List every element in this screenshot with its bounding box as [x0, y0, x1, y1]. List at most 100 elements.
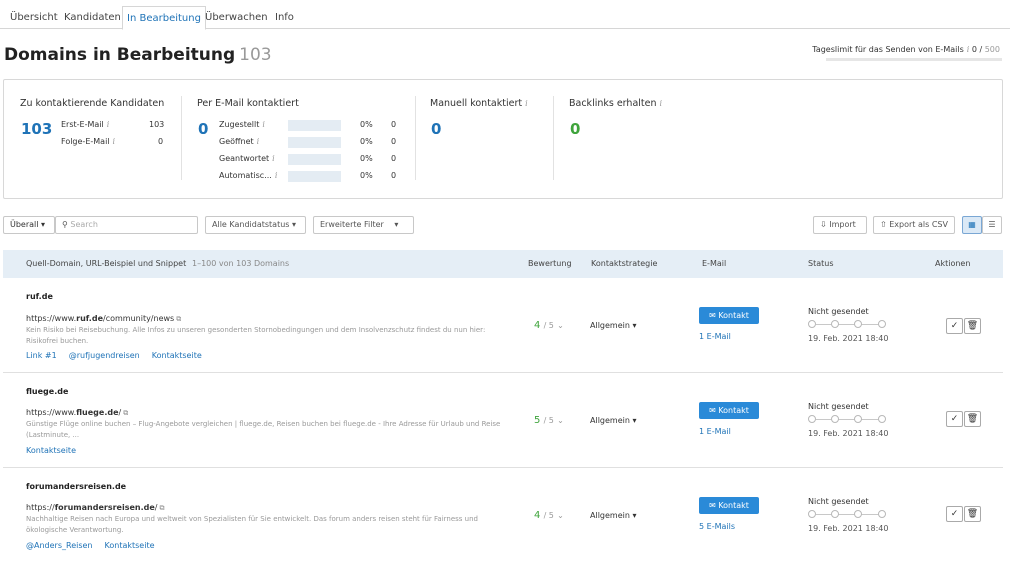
link-item[interactable]: @Anders_Reisen	[26, 541, 93, 550]
page-title: Domains in Bearbeitung 103	[4, 45, 272, 65]
advanced-filter[interactable]: Erweiterte Filter ▾	[313, 216, 414, 234]
contact-button[interactable]: ✉ Kontakt	[699, 307, 759, 324]
link-item[interactable]: Kontaktseite	[26, 446, 76, 455]
url-link[interactable]: https://www.ruf.de/community/news ⧉	[26, 314, 181, 324]
search-icon: ⚲	[62, 220, 68, 229]
opened-value[interactable]: 0	[391, 137, 396, 146]
link-item[interactable]: Kontaktseite	[152, 351, 202, 360]
check-icon[interactable]: ✓	[946, 318, 963, 334]
mail-icon: ✉	[709, 501, 716, 510]
backlinks-total[interactable]: 0	[570, 120, 580, 138]
chevron-down-icon: ▾	[292, 220, 297, 229]
info-icon[interactable]: i	[107, 120, 110, 129]
email-contacted-title: Per E-Mail kontaktiert	[197, 98, 299, 109]
email-contacted-total[interactable]: 0	[198, 120, 208, 138]
candidates-title: Zu kontaktierende Kandidaten	[20, 98, 165, 109]
external-link-icon[interactable]: ⧉	[176, 315, 181, 323]
strategy-select[interactable]: Allgemein ▾	[590, 511, 637, 520]
rating[interactable]: 4 / 5 ⌄	[534, 320, 564, 331]
mail-icon: ✉	[709, 311, 716, 320]
opened-bar	[288, 137, 341, 148]
url-link[interactable]: https://forumandersreisen.de/⧉	[26, 503, 164, 513]
url-link[interactable]: https://www.fluege.de/⧉	[26, 408, 128, 418]
tab-monitor[interactable]: Überwachen	[201, 6, 272, 29]
status-date: 19. Feb. 2021 18:40	[808, 524, 889, 533]
auto-label: Automatisc... i	[219, 171, 278, 180]
snippet: Kein Risiko bei Reisebuchung. Alle Infos…	[26, 326, 486, 345]
manual-total[interactable]: 0	[431, 120, 441, 138]
rating-header[interactable]: Bewertung	[528, 259, 572, 268]
trash-icon[interactable]: 🗑	[964, 506, 981, 522]
auto-value[interactable]: 0	[391, 171, 396, 180]
tab-in-progress[interactable]: In Bearbeitung	[122, 6, 206, 30]
delivered-value[interactable]: 0	[391, 120, 396, 129]
info-icon[interactable]: i	[660, 99, 663, 108]
opened-pct: 0%	[360, 137, 373, 146]
rating[interactable]: 5 / 5 ⌄	[534, 415, 564, 426]
link-item[interactable]: Kontaktseite	[105, 541, 155, 550]
status-filter[interactable]: Alle Kandidatstatus ▾	[205, 216, 306, 234]
info-icon[interactable]: i	[525, 99, 528, 108]
chevron-down-icon: ▾	[394, 220, 399, 229]
info-icon[interactable]: i	[275, 171, 278, 180]
info-icon[interactable]: i	[113, 137, 116, 146]
strategy-select[interactable]: Allgemein ▾	[590, 321, 637, 330]
replied-value[interactable]: 0	[391, 154, 396, 163]
email-count[interactable]: 5 E-Mails	[699, 522, 735, 531]
import-button[interactable]: ⇩ Import	[813, 216, 867, 234]
status-progress	[808, 320, 886, 328]
search-input[interactable]: ⚲ Search	[55, 216, 198, 234]
source-header[interactable]: Quell-Domain, URL-Beispiel und Snippet	[26, 259, 186, 268]
tab-overview[interactable]: Übersicht	[6, 6, 62, 29]
follow-email-value[interactable]: 0	[158, 137, 163, 146]
check-icon[interactable]: ✓	[946, 411, 963, 427]
link-item[interactable]: Link #1	[26, 351, 57, 360]
email-count[interactable]: 1 E-Mail	[699, 427, 731, 436]
trash-icon[interactable]: 🗑	[964, 318, 981, 334]
row-links: Link #1 @rufjugendreisen Kontaktseite	[26, 351, 214, 360]
auto-pct: 0%	[360, 171, 373, 180]
domain-name: fluege.de	[26, 387, 69, 396]
status-text: Nicht gesendet	[808, 307, 869, 316]
table-row: fluege.de https://www.fluege.de/⧉ Günsti…	[3, 373, 1003, 468]
backlinks-title: Backlinks erhalten i	[569, 98, 663, 109]
chevron-down-icon: ▾	[632, 321, 637, 330]
rating[interactable]: 4 / 5 ⌄	[534, 510, 564, 521]
list-view-icon[interactable]: ☰	[982, 216, 1002, 234]
snippet: Günstige Flüge online buchen – Flug-Ange…	[26, 420, 501, 439]
info-icon[interactable]: i	[257, 137, 260, 146]
table-row: forumandersreisen.de https://forumanders…	[3, 468, 1003, 562]
check-icon[interactable]: ✓	[946, 506, 963, 522]
chevron-down-icon: ⌄	[557, 511, 564, 520]
info-icon[interactable]: i	[967, 45, 970, 54]
contact-button[interactable]: ✉ Kontakt	[699, 402, 759, 419]
table-row: ruf.de https://www.ruf.de/community/news…	[3, 278, 1003, 373]
status-date: 19. Feb. 2021 18:40	[808, 429, 889, 438]
candidates-total[interactable]: 103	[21, 120, 52, 138]
info-icon[interactable]: i	[272, 154, 275, 163]
status-date: 19. Feb. 2021 18:40	[808, 334, 889, 343]
first-email-value[interactable]: 103	[149, 120, 164, 129]
export-csv-button[interactable]: ⇧ Export als CSV	[873, 216, 955, 234]
trash-icon[interactable]: 🗑	[964, 411, 981, 427]
tab-candidates[interactable]: Kandidaten	[60, 6, 125, 29]
chevron-down-icon: ▾	[632, 511, 637, 520]
replied-pct: 0%	[360, 154, 373, 163]
strategy-select[interactable]: Allgemein ▾	[590, 416, 637, 425]
chevron-down-icon: ▾	[41, 220, 46, 229]
status-header: Status	[808, 259, 834, 268]
tab-info[interactable]: Info	[271, 6, 298, 29]
row-links: @Anders_Reisen Kontaktseite	[26, 541, 167, 550]
contact-button[interactable]: ✉ Kontakt	[699, 497, 759, 514]
range-label: 1–100 von 103 Domains	[192, 259, 290, 268]
link-item[interactable]: @rufjugendreisen	[69, 351, 140, 360]
external-link-icon[interactable]: ⧉	[123, 409, 128, 417]
delivered-label: Zugestellt i	[219, 120, 265, 129]
grid-view-icon[interactable]: ▦	[962, 216, 982, 234]
email-count[interactable]: 1 E-Mail	[699, 332, 731, 341]
scope-select[interactable]: Überall ▾	[3, 216, 55, 234]
external-link-icon[interactable]: ⧉	[159, 504, 164, 512]
auto-bar	[288, 171, 341, 182]
mail-icon: ✉	[709, 406, 716, 415]
info-icon[interactable]: i	[262, 120, 265, 129]
